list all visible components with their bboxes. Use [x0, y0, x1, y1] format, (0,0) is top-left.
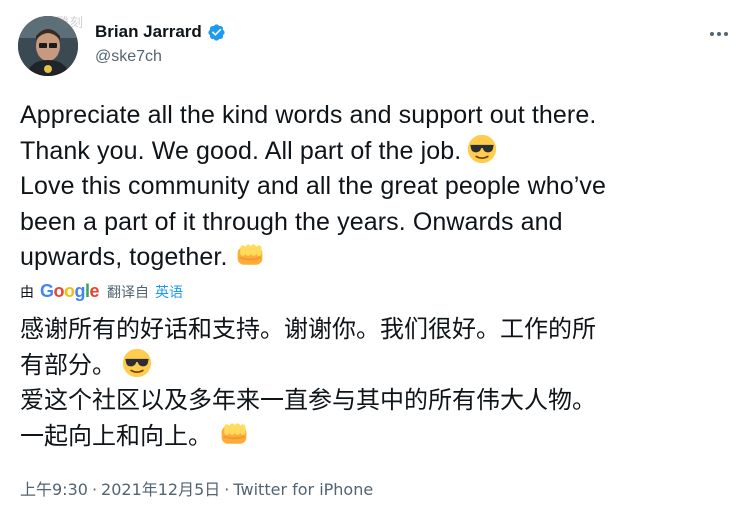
avatar-photo: [18, 16, 78, 76]
meta-separator: ·: [224, 480, 230, 499]
tweet-date-link[interactable]: 2021年12月5日: [101, 480, 220, 499]
verified-badge-icon: [208, 23, 225, 41]
google-logo[interactable]: Google: [40, 281, 100, 302]
translated-line: 感谢所有的好话和支持。谢谢你。我们很好。工作的所: [20, 315, 596, 343]
sunglasses-emoji-icon: [122, 348, 152, 377]
translated-line-with-emoji: 一起向上和向上。: [20, 419, 735, 455]
fist-emoji-icon: [237, 244, 262, 265]
tweet-line-with-emoji: upwards, together.: [20, 240, 735, 276]
translated-text: 感谢所有的好话和支持。谢谢你。我们很好。工作的所 有部分。 爱这个社区以及多年来…: [20, 312, 735, 454]
translated-from-label: 翻译自: [107, 284, 150, 301]
tweet-line: upwards, together.: [20, 243, 228, 271]
display-name[interactable]: Brian Jarrard: [95, 22, 202, 42]
tweet-time-link[interactable]: 上午9:30: [20, 480, 88, 499]
more-options-button[interactable]: [704, 22, 734, 46]
sunglasses-emoji-icon: [468, 134, 497, 163]
tweet-line: Thank you. We good. All part of the job.: [20, 136, 462, 165]
fist-emoji-icon: [221, 422, 247, 444]
translated-line: 一起向上和向上。: [20, 421, 212, 450]
source-language-link[interactable]: 英语: [155, 282, 183, 302]
translated-by-label: 由: [20, 284, 34, 301]
avatar[interactable]: [18, 16, 78, 76]
author-name-row[interactable]: Brian Jarrard: [95, 22, 226, 42]
tweet-line: Love this community and all the great pe…: [20, 172, 606, 200]
translation-attribution: 由 Google 翻译自 英语: [20, 281, 183, 302]
tweet-card: 雕刻 Brian Jarrard @ske7ch Appreciate all …: [0, 0, 750, 512]
more-icon-dot: [717, 32, 721, 36]
translated-line-with-emoji: 有部分。: [20, 348, 735, 384]
tweet-meta: 上午9:30 · 2021年12月5日 · Twitter for iPhone: [20, 476, 373, 500]
translated-line: 有部分。: [20, 350, 116, 379]
translated-line: 爱这个社区以及多年来一直参与其中的所有伟大人物。: [20, 386, 596, 414]
tweet-text: Appreciate all the kind words and suppor…: [20, 98, 735, 276]
more-icon: [710, 32, 714, 36]
tweet-line: Appreciate all the kind words and suppor…: [20, 101, 597, 129]
meta-separator: ·: [91, 480, 98, 499]
tweet-line: been a part of it through the years. Onw…: [20, 207, 563, 236]
tweet-line-with-emoji: Thank you. We good. All part of the job.: [20, 134, 735, 170]
more-icon-dot: [724, 32, 728, 36]
author-handle[interactable]: @ske7ch: [95, 48, 162, 66]
tweet-source-link[interactable]: Twitter for iPhone: [233, 480, 373, 499]
